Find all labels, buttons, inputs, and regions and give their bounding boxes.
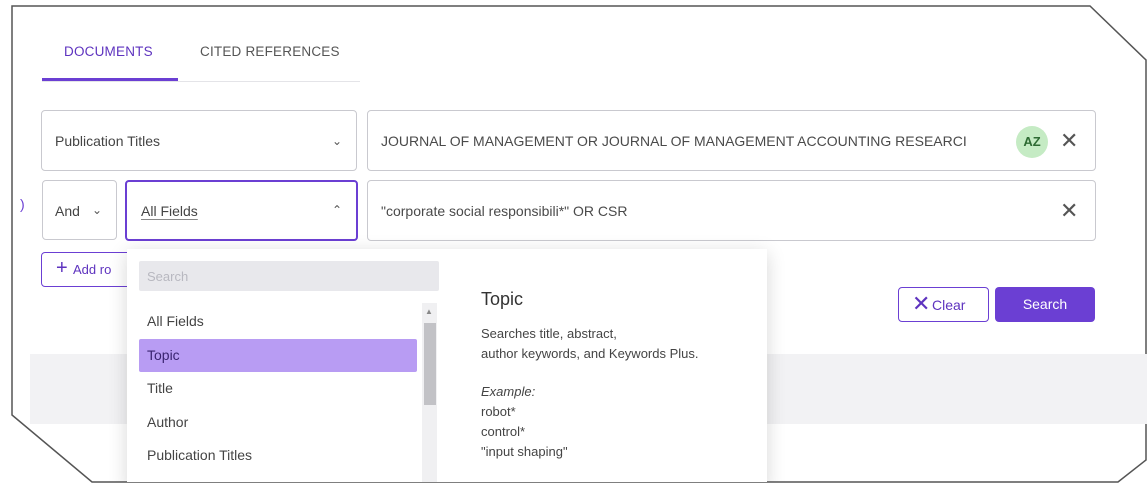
- row1-field-label: Publication Titles: [55, 133, 161, 149]
- row2-field-label: All Fields: [141, 203, 198, 219]
- row1-field-select[interactable]: Publication Titles ⌄: [41, 110, 357, 171]
- option-description: Topic Searches title, abstract, author k…: [481, 289, 751, 462]
- field-options-list: All Fields Topic Title Author Publicatio…: [139, 305, 417, 473]
- plus-icon: +: [56, 257, 68, 279]
- description-line: author keywords, and Keywords Plus.: [481, 346, 699, 361]
- boolean-operator-select[interactable]: And ⌄: [42, 180, 117, 240]
- clear-label: Clear: [932, 297, 966, 313]
- search-tabs: DOCUMENTS CITED REFERENCES: [42, 30, 360, 82]
- row1-query-input[interactable]: JOURNAL OF MANAGEMENT OR JOURNAL OF MANA…: [367, 110, 1096, 171]
- option-title[interactable]: Title: [139, 372, 417, 406]
- az-sort-icon[interactable]: AZ: [1016, 126, 1048, 158]
- row1-query-text: JOURNAL OF MANAGEMENT OR JOURNAL OF MANA…: [381, 133, 967, 149]
- row-connector-icon: ): [20, 196, 25, 212]
- scrollbar-thumb[interactable]: [424, 323, 436, 405]
- option-author[interactable]: Author: [139, 406, 417, 440]
- clear-row2-icon[interactable]: ✕: [1060, 200, 1078, 222]
- boolean-label: And: [55, 203, 80, 219]
- dropdown-search-input[interactable]: [139, 261, 439, 291]
- add-row-label: Add ro: [73, 262, 112, 277]
- scroll-up-icon[interactable]: ▲: [425, 307, 433, 316]
- close-icon: ✕: [912, 291, 931, 316]
- chevron-down-icon: ⌄: [331, 134, 343, 148]
- tab-cited-references[interactable]: CITED REFERENCES: [200, 44, 340, 59]
- chevron-up-icon: ⌃: [331, 203, 343, 217]
- active-tab-indicator: [42, 78, 178, 81]
- search-panel: DOCUMENTS CITED REFERENCES Publication T…: [12, 6, 1147, 482]
- example-item: "input shaping": [481, 444, 568, 459]
- example-label: Example:: [481, 384, 536, 399]
- row2-query-input[interactable]: "corporate social responsibili*" OR CSR …: [367, 180, 1096, 241]
- row2-field-select[interactable]: All Fields ⌃: [125, 180, 358, 241]
- row2-query-text: "corporate social responsibili*" OR CSR: [381, 203, 628, 219]
- add-row-button[interactable]: + Add ro: [41, 252, 141, 287]
- description-title: Topic: [481, 289, 524, 309]
- dropdown-scrollbar[interactable]: ▲: [422, 303, 437, 482]
- option-all-fields[interactable]: All Fields: [139, 305, 417, 339]
- example-item: control*: [481, 424, 526, 439]
- field-dropdown: All Fields Topic Title Author Publicatio…: [127, 249, 767, 482]
- option-publication-titles[interactable]: Publication Titles: [139, 439, 417, 473]
- example-item: robot*: [481, 404, 516, 419]
- search-button[interactable]: Search: [995, 287, 1095, 322]
- tab-documents[interactable]: DOCUMENTS: [64, 44, 153, 59]
- option-topic[interactable]: Topic: [139, 338, 417, 372]
- clear-button[interactable]: ✕ Clear: [898, 287, 989, 322]
- chevron-down-icon: ⌄: [91, 203, 103, 217]
- clear-row1-icon[interactable]: ✕: [1060, 130, 1078, 152]
- description-line: Searches title, abstract,: [481, 326, 617, 341]
